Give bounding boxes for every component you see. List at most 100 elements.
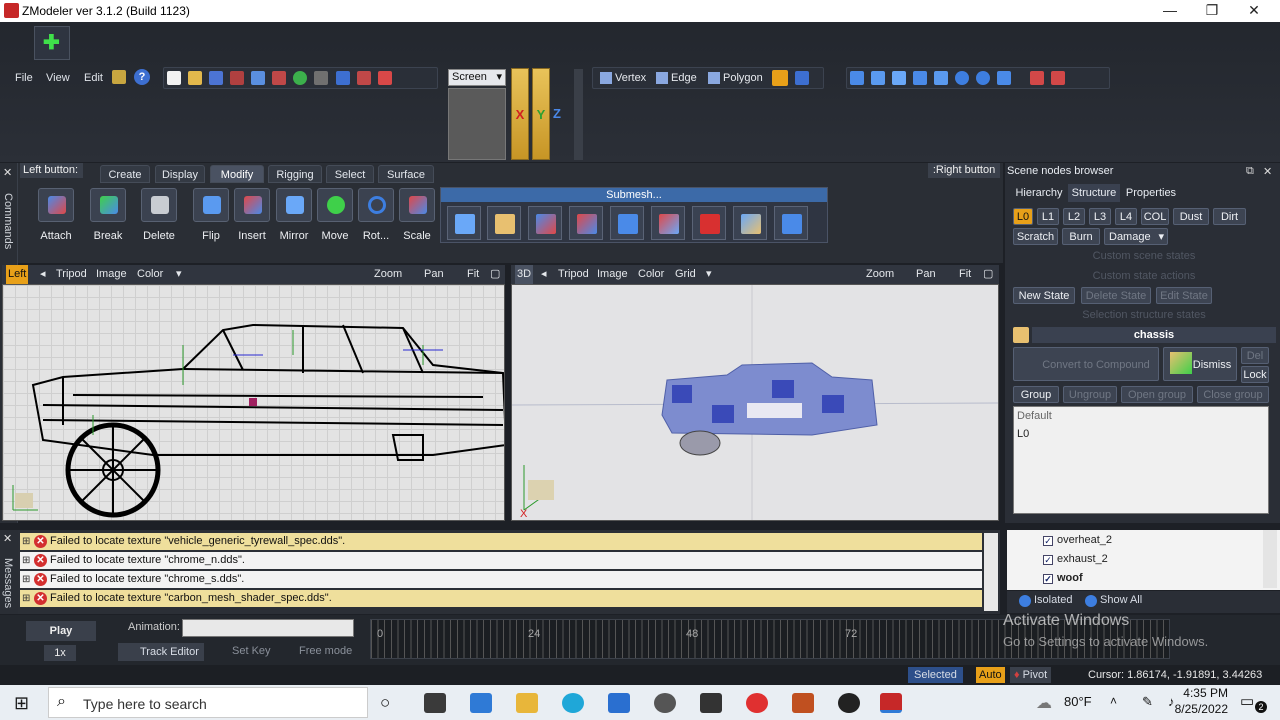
damage-dropdown[interactable]: Damage ▾ bbox=[1104, 228, 1168, 245]
flip-tool[interactable]: Flip bbox=[189, 188, 233, 244]
ungroup-button[interactable]: Ungroup bbox=[1063, 386, 1117, 403]
shape-icon[interactable] bbox=[997, 71, 1012, 85]
app-icon-3[interactable] bbox=[792, 693, 814, 713]
3d-tripod-menu[interactable]: Tripod bbox=[558, 265, 589, 284]
lock-icon[interactable] bbox=[1013, 327, 1029, 343]
track-editor-button[interactable]: Track Editor bbox=[118, 643, 204, 661]
submesh-tool-5[interactable] bbox=[610, 206, 644, 240]
tab-rigging[interactable]: Rigging bbox=[268, 165, 322, 183]
checkbox-icon[interactable]: ✓ bbox=[1043, 574, 1053, 584]
group-button[interactable]: Group bbox=[1013, 386, 1059, 403]
notifications-icon[interactable]: ▭ bbox=[1240, 692, 1254, 710]
axis-x-toggle[interactable]: X bbox=[511, 68, 529, 160]
attach-tool[interactable]: Attach bbox=[34, 188, 78, 244]
chevron-left-icon[interactable]: ◂ bbox=[40, 265, 46, 284]
message-row[interactable]: ⊞ ✕ Failed to locate texture "carbon_mesh_… bbox=[20, 590, 982, 607]
submesh-tool-6[interactable] bbox=[651, 206, 685, 240]
help-icon[interactable]: ? bbox=[134, 69, 150, 85]
maximize-viewport-icon[interactable]: ▢ bbox=[983, 265, 993, 284]
coord-space-select[interactable]: Screen ▾ bbox=[448, 69, 506, 86]
axis-scrollbar[interactable] bbox=[574, 69, 583, 160]
state-list[interactable]: Default L0 bbox=[1013, 406, 1269, 514]
col-chip[interactable]: COL bbox=[1141, 208, 1169, 225]
rotate-tool[interactable]: Rot... bbox=[354, 188, 398, 244]
new-state-button[interactable]: New State bbox=[1013, 287, 1075, 304]
axis-y-toggle[interactable]: Y bbox=[532, 68, 550, 160]
free-mode-button[interactable]: Free mode bbox=[299, 645, 352, 657]
close-icon[interactable]: ✕ bbox=[1263, 165, 1272, 178]
box-icon[interactable] bbox=[892, 71, 907, 85]
submesh-tool-4[interactable] bbox=[569, 206, 603, 240]
add-mode-button[interactable]: ✚ bbox=[34, 26, 70, 60]
magnet-icon[interactable] bbox=[1029, 71, 1044, 85]
lod-l1-chip[interactable]: L1 bbox=[1037, 208, 1059, 225]
status-pivot[interactable]: ♦ Pivot bbox=[1010, 667, 1052, 683]
convert-compound-button[interactable]: Convert to Compound bbox=[1013, 347, 1159, 381]
3d-fit-button[interactable]: Fit bbox=[959, 265, 971, 284]
tab-display[interactable]: Display bbox=[155, 165, 205, 183]
delete-tool[interactable]: Delete bbox=[137, 188, 181, 244]
minimize-button[interactable]: — bbox=[1150, 2, 1190, 18]
tab-select[interactable]: Select bbox=[326, 165, 374, 183]
redo-icon[interactable] bbox=[356, 71, 371, 85]
menu-file[interactable]: File bbox=[15, 69, 33, 87]
store-icon[interactable] bbox=[470, 693, 492, 713]
task-view-icon[interactable] bbox=[424, 693, 446, 713]
show-all-button[interactable]: Show All bbox=[1100, 594, 1142, 606]
submesh-tool-9[interactable] bbox=[774, 206, 808, 240]
list-item-default[interactable]: Default bbox=[1014, 407, 1268, 425]
move-tool[interactable]: Move bbox=[313, 188, 357, 244]
delete-state-button[interactable]: Delete State bbox=[1081, 287, 1151, 304]
submesh-header[interactable]: Submesh... bbox=[441, 188, 827, 202]
submesh-tool-1[interactable] bbox=[447, 206, 481, 240]
chevron-down-icon[interactable]: ▾ bbox=[706, 265, 712, 284]
save-icon[interactable] bbox=[209, 71, 224, 85]
cylinder-icon[interactable] bbox=[913, 71, 928, 85]
tray-chevron-icon[interactable]: ˄ bbox=[1110, 694, 1117, 708]
left-zoom-button[interactable]: Zoom bbox=[374, 265, 402, 284]
3d-pan-button[interactable]: Pan bbox=[916, 265, 936, 284]
mirror-tool[interactable]: Mirror bbox=[272, 188, 316, 244]
left-viewport[interactable] bbox=[2, 284, 505, 521]
sphere-icon[interactable] bbox=[955, 71, 970, 85]
zmodeler-taskbar-icon[interactable] bbox=[880, 693, 902, 713]
tab-structure[interactable]: Structure bbox=[1068, 184, 1120, 202]
3d-grid-menu[interactable]: Grid bbox=[675, 265, 696, 284]
message-row[interactable]: ⊞ ✕ Failed to locate texture "chrome_n.dds… bbox=[20, 552, 982, 569]
render-icon[interactable] bbox=[293, 71, 308, 85]
close-icon[interactable]: ✕ bbox=[3, 532, 12, 545]
history-icon[interactable] bbox=[377, 71, 392, 85]
animation-select[interactable] bbox=[182, 619, 354, 637]
cone-icon[interactable] bbox=[871, 71, 886, 85]
isolated-button[interactable]: Isolated bbox=[1034, 594, 1073, 606]
object-mode-icon[interactable] bbox=[772, 70, 788, 86]
maximize-viewport-icon[interactable]: ▢ bbox=[490, 265, 500, 284]
maximize-button[interactable]: ❐ bbox=[1192, 2, 1232, 19]
menu-view[interactable]: View bbox=[46, 69, 70, 87]
cortana-icon[interactable]: ○ bbox=[380, 693, 390, 713]
tools-icon[interactable] bbox=[112, 70, 126, 84]
app-icon-4[interactable] bbox=[838, 693, 860, 713]
close-icon[interactable]: ✕ bbox=[3, 166, 12, 179]
speed-select[interactable]: 1x bbox=[44, 645, 76, 661]
pin-icon[interactable]: ⧉ bbox=[1246, 165, 1254, 178]
submesh-tool-2[interactable] bbox=[487, 206, 521, 240]
lod-l2-chip[interactable]: L2 bbox=[1063, 208, 1085, 225]
tree-item[interactable]: ✓ overheat_2 bbox=[1043, 531, 1112, 549]
tree-item[interactable]: ✓ woof bbox=[1043, 569, 1083, 587]
plane-icon[interactable] bbox=[850, 71, 864, 85]
viewport-left-name[interactable]: Left bbox=[6, 265, 29, 284]
message-row[interactable]: ⊞ ✕ Failed to locate texture "vehicle_gene… bbox=[20, 533, 982, 550]
snap-icon[interactable] bbox=[1050, 71, 1065, 85]
close-button[interactable]: ✕ bbox=[1234, 2, 1274, 19]
windows-start-icon[interactable]: ⊞ bbox=[14, 693, 29, 714]
taskbar-search[interactable]: ⌕ Type here to search bbox=[48, 687, 368, 718]
3d-zoom-button[interactable]: Zoom bbox=[866, 265, 894, 284]
chevron-down-icon[interactable]: ▾ bbox=[176, 265, 182, 284]
open-folder-icon[interactable] bbox=[188, 71, 203, 85]
export-icon[interactable] bbox=[272, 71, 287, 85]
open-group-button[interactable]: Open group bbox=[1121, 386, 1193, 403]
tree-item[interactable]: ✓ exhaust_2 bbox=[1043, 550, 1108, 568]
left-image-menu[interactable]: Image bbox=[96, 265, 127, 284]
left-color-menu[interactable]: Color bbox=[137, 265, 163, 284]
